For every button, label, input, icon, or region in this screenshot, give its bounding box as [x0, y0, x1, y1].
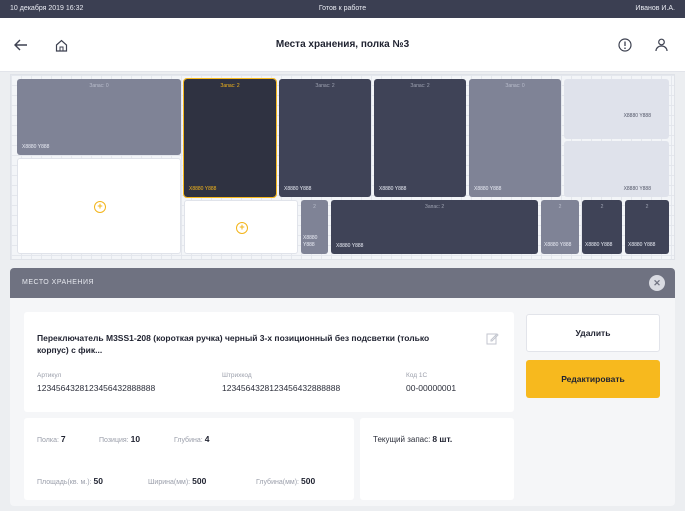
status-bar: 10 декабря 2019 16:32 Готов к работе Ива…	[0, 0, 685, 18]
article-value: 1234564328123456432888888	[37, 383, 156, 393]
stock-card: Текущий запас: 8 шт.	[360, 418, 514, 500]
depth-field: Глубина: 4	[174, 434, 210, 444]
cell-code: X8880 Y888	[22, 144, 50, 150]
edit-button[interactable]: Редактировать	[526, 360, 660, 398]
barcode-label: Штрихкод	[222, 372, 252, 379]
cell-stock-label: 2	[600, 204, 604, 210]
area-value: 50	[93, 476, 103, 486]
depth-value: 4	[204, 434, 210, 444]
empty-slot[interactable]: +	[184, 200, 298, 254]
shelf-value: 7	[60, 434, 66, 444]
cell-stock-label: 2	[558, 204, 562, 210]
cell-stock-label: 2	[645, 204, 649, 210]
user-icon[interactable]	[650, 34, 672, 56]
depthmm-field: Глубина(мм): 500	[256, 476, 316, 486]
empty-slot[interactable]: +	[17, 158, 181, 254]
storage-cell[interactable]: 2 X8880 Y888	[301, 200, 328, 254]
cell-code: X8880 Y888	[623, 186, 651, 192]
storage-cell[interactable]: 2 X8880 Y888	[582, 200, 622, 254]
panel-title: МЕСТО ХРАНЕНИЯ	[22, 279, 95, 286]
cell-stock-label: Запас: 0	[89, 83, 109, 89]
cell-code: X8880 Y888	[303, 235, 318, 248]
cell-code: X8880 Y888	[379, 186, 407, 192]
depthmm-value: 500	[300, 476, 316, 486]
article-label: Артикул	[37, 372, 62, 379]
cell-stock-label: Запас: 2	[315, 83, 335, 89]
code1c-label: Код 1С	[406, 372, 428, 379]
cell-code: X8880 Y888	[628, 242, 656, 248]
storage-cell[interactable]: Запас: 2 X8880 Y888	[331, 200, 538, 254]
cell-stock-label: Запас: 2	[424, 204, 445, 210]
panel-header: МЕСТО ХРАНЕНИЯ ✕	[10, 268, 675, 298]
position-field: Позиция: 10	[99, 434, 141, 444]
delete-button[interactable]: Удалить	[526, 314, 660, 352]
code1c-value: 00-00000001	[406, 383, 457, 393]
stock-field: Текущий запас: 8 шт.	[373, 434, 453, 444]
app-header: Места хранения, полка №3	[0, 18, 685, 72]
barcode-value: 1234564328123456432888888	[222, 383, 341, 393]
cell-stock-label: Запас: 0	[505, 83, 525, 89]
product-name: Переключатель M3SS1-208 (короткая ручка)…	[37, 333, 430, 355]
location-card: Полка: 7 Позиция: 10 Глубина: 4 Площадь(кв.…	[24, 418, 354, 500]
storage-cell[interactable]: X8880 Y888	[564, 79, 669, 139]
storage-grid: Запас: 0 X8880 Y888 Запас: 2 X8880 Y888 …	[10, 74, 675, 260]
cell-stock-label: Запас: 2	[220, 83, 240, 89]
storage-cell[interactable]: 2 X8880 Y888	[541, 200, 579, 254]
edit-icon[interactable]	[486, 332, 500, 346]
storage-cell[interactable]: 2 X8880 Y888	[625, 200, 669, 254]
close-icon[interactable]: ✕	[649, 275, 665, 291]
width-field: Ширина(мм): 500	[148, 476, 207, 486]
storage-cell[interactable]: Запас: 0 X8880 Y888	[469, 79, 561, 197]
plus-circle-icon[interactable]: +	[236, 222, 248, 234]
cell-stock-label: 2	[313, 204, 316, 210]
page-title: Места хранения, полка №3	[275, 39, 410, 50]
status-text: Готов к работе	[318, 5, 367, 12]
product-card: Переключатель M3SS1-208 (короткая ручка)…	[24, 312, 514, 412]
stock-value: 8 шт.	[432, 434, 453, 444]
status-user: Иванов И.А.	[635, 5, 675, 12]
storage-detail-panel: МЕСТО ХРАНЕНИЯ ✕ Переключатель M3SS1-208…	[10, 268, 675, 506]
width-value: 500	[192, 476, 207, 486]
cell-code: X8880 Y888	[284, 186, 312, 192]
storage-cell[interactable]: X8880 Y888	[564, 141, 669, 197]
cell-code: X8880 Y888	[474, 186, 502, 192]
plus-circle-icon[interactable]: +	[94, 201, 106, 213]
storage-cell[interactable]: Запас: 2 X8880 Y888	[374, 79, 466, 197]
storage-cell[interactable]: Запас: 2 X8880 Y888	[279, 79, 371, 197]
area-field: Площадь(кв. м.): 50	[37, 476, 103, 486]
info-icon[interactable]	[614, 34, 636, 56]
cell-code: X8880 Y888	[623, 113, 651, 119]
storage-cell-selected[interactable]: Запас: 2 X8880 Y888	[183, 78, 277, 198]
cell-code: X8880 Y888	[544, 242, 572, 248]
cell-code: X8880 Y888	[585, 242, 613, 248]
shelf-field: Полка: 7	[37, 434, 66, 444]
storage-cell[interactable]: Запас: 0 X8880 Y888	[17, 79, 181, 155]
cell-stock-label: Запас: 2	[410, 83, 430, 89]
cell-code: X8880 Y888	[336, 243, 364, 249]
cell-code: X8880 Y888	[189, 186, 217, 192]
position-value: 10	[130, 434, 141, 444]
